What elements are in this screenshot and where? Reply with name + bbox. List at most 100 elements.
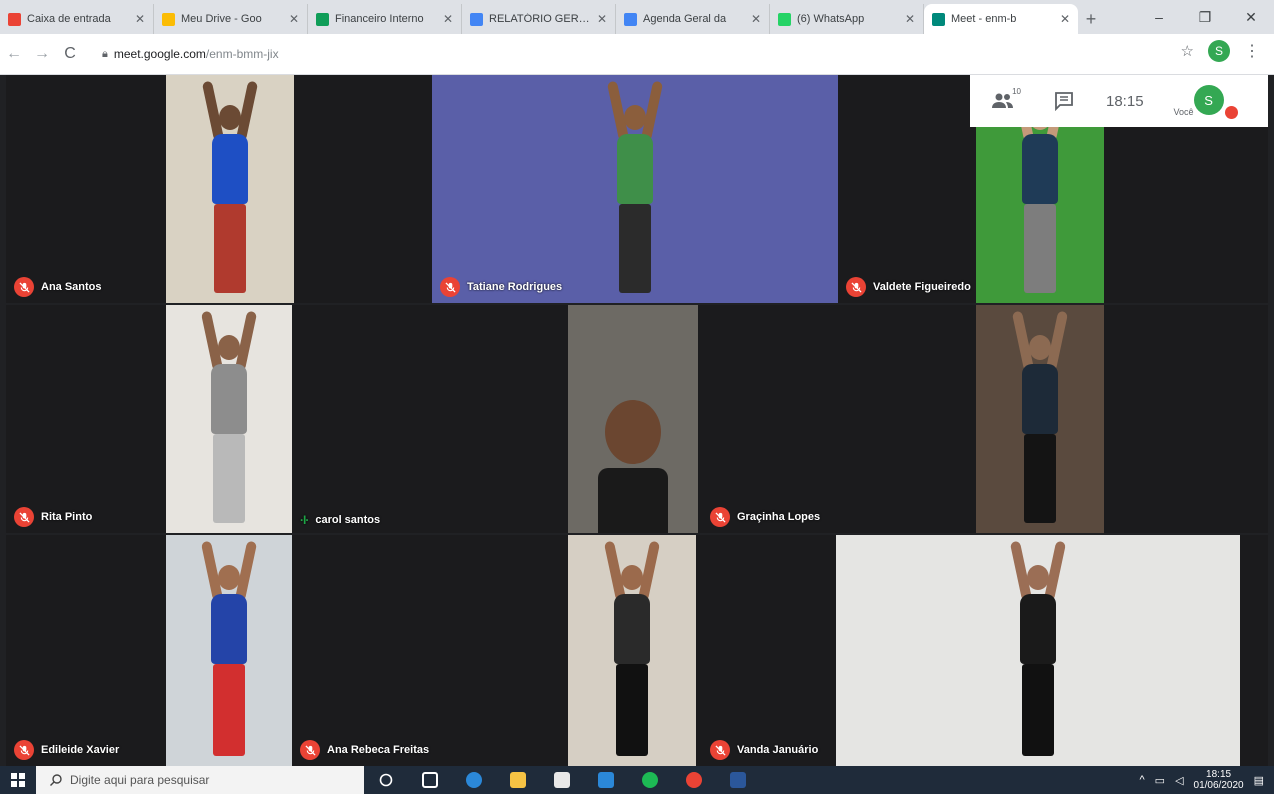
participant-tile[interactable]: Edileide Xavier <box>6 535 292 766</box>
participant-tile[interactable]: Tatiane Rodrigues <box>432 75 838 303</box>
self-mic-off-icon <box>1224 106 1238 119</box>
participant-name-tag: Rita Pinto <box>14 507 92 527</box>
tab-favicon-icon <box>8 12 21 26</box>
tabs: Caixa de entrada ✕ Meu Drive - Goo ✕ Finance… <box>0 4 1078 34</box>
tab-close-icon[interactable]: ✕ <box>135 12 145 26</box>
forward-button[interactable]: → <box>28 45 56 63</box>
windows-logo-icon <box>11 773 25 787</box>
tray-time: 18:15 <box>1206 769 1232 780</box>
new-tab-button[interactable]: + <box>1078 4 1104 34</box>
mic-off-icon <box>14 277 34 297</box>
self-view[interactable]: Você S <box>1173 81 1238 121</box>
mail-icon <box>598 772 614 788</box>
network-icon[interactable]: ▭ <box>1155 774 1165 787</box>
browser-tab[interactable]: Meet - enm-b ✕ <box>924 4 1078 34</box>
participant-figure <box>189 535 269 766</box>
edge-icon <box>466 772 482 788</box>
profile-avatar[interactable]: S <box>1208 40 1230 62</box>
tray-clock[interactable]: 18:15 01/06/2020 <box>1194 769 1244 791</box>
meet-video-grid: Ana Santos Tatiane Rodrigues Valdete Figue… <box>0 75 1274 766</box>
file-explorer-taskbar-button[interactable] <box>496 766 540 794</box>
chrome-taskbar-button[interactable] <box>672 766 716 794</box>
chat-button[interactable] <box>1044 86 1084 116</box>
mail-taskbar-button[interactable] <box>584 766 628 794</box>
reload-button[interactable]: C <box>56 45 84 63</box>
participant-name-tag: Ana Santos <box>14 277 102 297</box>
browser-tab[interactable]: (6) WhatsApp ✕ <box>770 4 924 34</box>
task-view-taskbar-button[interactable] <box>408 766 452 794</box>
browser-menu-icon[interactable]: ⋮ <box>1244 41 1260 61</box>
spotify-taskbar-button[interactable] <box>628 766 672 794</box>
tab-close-icon[interactable]: ✕ <box>1060 12 1070 26</box>
windows-taskbar: Digite aqui para pesquisar ^ ▭ ◁ 18:15 0… <box>0 766 1274 794</box>
word-taskbar-button[interactable] <box>716 766 760 794</box>
participant-tile[interactable]: Rita Pinto <box>6 305 292 533</box>
notifications-icon[interactable]: ▤ <box>1254 774 1264 787</box>
participant-figure <box>592 535 672 766</box>
edge-taskbar-button[interactable] <box>452 766 496 794</box>
browser-tab[interactable]: Financeiro Interno ✕ <box>308 4 462 34</box>
address-bar-actions: ☆ S ⋮ <box>1181 40 1260 62</box>
tab-close-icon[interactable]: ✕ <box>751 12 761 26</box>
browser-tab[interactable]: Agenda Geral da ✕ <box>616 4 770 34</box>
tab-favicon-icon <box>932 12 945 26</box>
participant-tile[interactable]: Ana Santos <box>6 75 432 303</box>
mic-off-icon <box>14 507 34 527</box>
maximize-button[interactable]: ❐ <box>1182 0 1228 34</box>
file-explorer-icon <box>510 772 526 788</box>
minimize-button[interactable]: – <box>1136 0 1182 34</box>
participant-tile[interactable]: ·I· carol santos <box>292 305 702 533</box>
participants-button[interactable]: 10 <box>984 86 1024 116</box>
participant-figure <box>595 75 675 303</box>
participant-video <box>568 535 696 766</box>
url-path: /enm-bmm-jix <box>205 47 279 61</box>
participant-tile[interactable]: Vanda Januário <box>702 535 1268 766</box>
participant-name: Rita Pinto <box>41 511 93 523</box>
back-button[interactable]: ← <box>0 45 28 63</box>
tab-favicon-icon <box>470 12 483 26</box>
tab-favicon-icon <box>162 12 175 26</box>
taskbar-apps <box>408 766 760 794</box>
tab-close-icon[interactable]: ✕ <box>443 12 453 26</box>
participant-name: Edileide Xavier <box>41 744 120 756</box>
tab-favicon-icon <box>778 12 791 26</box>
participants-count: 10 <box>1012 87 1021 96</box>
chrome-icon <box>686 772 702 788</box>
participant-video <box>976 305 1104 533</box>
participant-name-tag: Tatiane Rodrigues <box>440 277 562 297</box>
store-taskbar-button[interactable] <box>540 766 584 794</box>
mic-off-icon <box>300 740 320 760</box>
browser-tab[interactable]: RELATÓRIO GERAL ✕ <box>462 4 616 34</box>
tray-chevron-icon[interactable]: ^ <box>1139 774 1144 786</box>
participant-tile[interactable]: Ana Rebeca Freitas <box>292 535 702 766</box>
participant-tile[interactable]: Graçinha Lopes <box>702 305 1268 533</box>
window-controls: – ❐ ✕ <box>1136 0 1274 34</box>
participant-name-tag: Vanda Januário <box>710 740 818 760</box>
participant-name: Ana Rebeca Freitas <box>327 744 430 756</box>
participant-name-tag: Edileide Xavier <box>14 740 119 760</box>
browser-tab[interactable]: Caixa de entrada ✕ <box>0 4 154 34</box>
browser-tab[interactable]: Meu Drive - Goo ✕ <box>154 4 308 34</box>
close-window-button[interactable]: ✕ <box>1228 0 1274 34</box>
participant-video <box>568 305 698 533</box>
search-placeholder: Digite aqui para pesquisar <box>70 773 210 787</box>
cortana-button[interactable] <box>364 766 408 794</box>
tab-favicon-icon <box>624 12 637 26</box>
participant-name: Graçinha Lopes <box>737 511 821 523</box>
participant-figure <box>593 305 673 533</box>
participant-figure <box>998 535 1078 766</box>
taskbar-search[interactable]: Digite aqui para pesquisar <box>36 766 364 794</box>
bookmark-star-icon[interactable]: ☆ <box>1181 42 1194 60</box>
participant-figure <box>190 75 270 303</box>
self-label: Você <box>1173 107 1194 117</box>
volume-icon[interactable]: ◁ <box>1175 774 1183 787</box>
tab-close-icon[interactable]: ✕ <box>289 12 299 26</box>
url-field[interactable]: 🔒︎ meet.google.com /enm-bmm-jix <box>92 40 1162 68</box>
tab-close-icon[interactable]: ✕ <box>597 12 607 26</box>
tab-close-icon[interactable]: ✕ <box>905 12 915 26</box>
mic-off-icon <box>710 740 730 760</box>
participant-name-tag: Valdete Figueiredo <box>846 277 971 297</box>
start-button[interactable] <box>0 766 36 794</box>
participant-video <box>166 305 292 533</box>
search-icon <box>50 774 62 786</box>
